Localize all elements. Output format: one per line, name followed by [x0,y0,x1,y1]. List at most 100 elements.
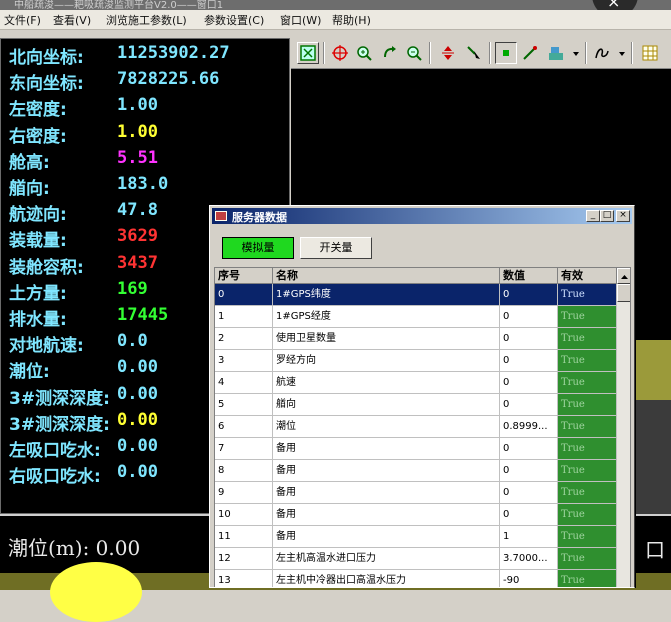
cell-value[interactable]: 0 [500,504,558,526]
dropdown-arrow-icon[interactable] [569,42,581,64]
analog-button[interactable]: 模拟量 [222,237,294,259]
cell-valid[interactable]: True [558,570,617,587]
cell-name[interactable]: 艏向 [273,394,500,416]
cell-index[interactable]: 10 [215,504,273,526]
cell-valid[interactable]: True [558,306,617,328]
scroll-thumb[interactable] [617,284,630,302]
cell-index[interactable]: 5 [215,394,273,416]
cell-name[interactable]: 潮位 [273,416,500,438]
cell-valid[interactable]: True [558,372,617,394]
cell-valid[interactable]: True [558,438,617,460]
maximize-icon[interactable]: □ [600,210,614,222]
cell-valid[interactable]: True [558,350,617,372]
menu-window[interactable]: 窗口(W) [280,12,321,28]
cell-index[interactable]: 7 [215,438,273,460]
point-tool-icon[interactable] [495,42,517,64]
cell-index[interactable]: 13 [215,570,273,587]
cell-value[interactable]: 0 [500,284,558,306]
cell-value[interactable]: 1 [500,526,558,548]
cell-value[interactable]: 0.8999... [500,416,558,438]
cell-name[interactable]: 备用 [273,504,500,526]
cell-value[interactable]: 0 [500,482,558,504]
cell-name[interactable]: 备用 [273,438,500,460]
column-header-name[interactable]: 名称 [273,268,500,284]
cell-name[interactable]: 使用卫星数量 [273,328,500,350]
table-row[interactable]: 6 潮位 0.8999... True [215,416,617,438]
cell-name[interactable]: 备用 [273,482,500,504]
dialog-title-bar[interactable]: 服务器数据 _ □ × [212,208,632,224]
table-row[interactable]: 8 备用 0 True [215,460,617,482]
cell-valid[interactable]: True [558,328,617,350]
draw-curve-icon[interactable] [591,42,613,64]
minimize-icon[interactable]: _ [586,210,600,222]
switch-button[interactable]: 开关量 [300,237,372,259]
cell-value[interactable]: 0 [500,350,558,372]
cell-valid[interactable]: True [558,284,617,306]
cell-value[interactable]: -90 [500,570,558,587]
zoom-in-icon[interactable] [353,42,375,64]
close-icon[interactable]: × [616,210,630,222]
table-row[interactable]: 5 艏向 0 True [215,394,617,416]
cell-name[interactable]: 左主机高温水进口压力 [273,548,500,570]
zoom-out-icon[interactable] [403,42,425,64]
cell-valid[interactable]: True [558,526,617,548]
crosshair-icon[interactable] [329,42,351,64]
menu-browse-params[interactable]: 浏览施工参数(L) [106,12,187,28]
grid-icon[interactable] [639,42,661,64]
menu-view[interactable]: 查看(V) [53,12,91,28]
cell-valid[interactable]: True [558,548,617,570]
cell-name[interactable]: 1#GPS经度 [273,306,500,328]
pen-tool-icon[interactable] [519,42,541,64]
zoom-extent-icon[interactable] [297,42,319,64]
table-row[interactable]: 1 1#GPS经度 0 True [215,306,617,328]
cell-value[interactable]: 0 [500,460,558,482]
cell-valid[interactable]: True [558,482,617,504]
menu-help[interactable]: 帮助(H) [332,12,371,28]
cell-name[interactable]: 1#GPS纬度 [273,284,500,306]
cell-value[interactable]: 0 [500,372,558,394]
cell-value[interactable]: 0 [500,438,558,460]
table-row[interactable]: 9 备用 0 True [215,482,617,504]
table-row[interactable]: 10 备用 0 True [215,504,617,526]
rotate-icon[interactable] [379,42,401,64]
cell-name[interactable]: 左主机中冷器出口高温水压力 [273,570,500,587]
cell-valid[interactable]: True [558,504,617,526]
cell-value[interactable]: 0 [500,394,558,416]
cell-value[interactable]: 0 [500,328,558,350]
cell-name[interactable]: 罗经方向 [273,350,500,372]
menu-file[interactable]: 文件(F) [4,12,41,28]
cell-index[interactable]: 4 [215,372,273,394]
cell-index[interactable]: 3 [215,350,273,372]
cell-name[interactable]: 备用 [273,460,500,482]
cell-index[interactable]: 8 [215,460,273,482]
table-row[interactable]: 3 罗经方向 0 True [215,350,617,372]
cell-value[interactable]: 3.7000... [500,548,558,570]
select-arrow-icon[interactable] [463,42,485,64]
menu-settings[interactable]: 参数设置(C) [204,12,264,28]
cell-index[interactable]: 9 [215,482,273,504]
cell-index[interactable]: 12 [215,548,273,570]
vertical-scrollbar[interactable] [617,268,630,587]
cell-name[interactable]: 航速 [273,372,500,394]
table-row[interactable]: 2 使用卫星数量 0 True [215,328,617,350]
cell-index[interactable]: 1 [215,306,273,328]
cell-valid[interactable]: True [558,460,617,482]
cell-index[interactable]: 11 [215,526,273,548]
cell-name[interactable]: 备用 [273,526,500,548]
cell-index[interactable]: 0 [215,284,273,306]
cell-value[interactable]: 0 [500,306,558,328]
column-header-index[interactable]: 序号 [215,268,273,284]
column-header-valid[interactable]: 有效 [558,268,617,284]
pan-vertical-icon[interactable] [437,42,459,64]
table-row[interactable]: 0 1#GPS纬度 0 True [215,284,617,306]
cell-index[interactable]: 6 [215,416,273,438]
column-header-value[interactable]: 数值 [500,268,558,284]
dropdown-arrow-icon[interactable] [615,42,627,64]
cell-index[interactable]: 2 [215,328,273,350]
scroll-up-icon[interactable] [617,268,630,284]
table-row[interactable]: 13 左主机中冷器出口高温水压力 -90 True [215,570,617,587]
layer-tool-icon[interactable] [545,42,567,64]
table-row[interactable]: 4 航速 0 True [215,372,617,394]
cell-valid[interactable]: True [558,394,617,416]
cell-valid[interactable]: True [558,416,617,438]
